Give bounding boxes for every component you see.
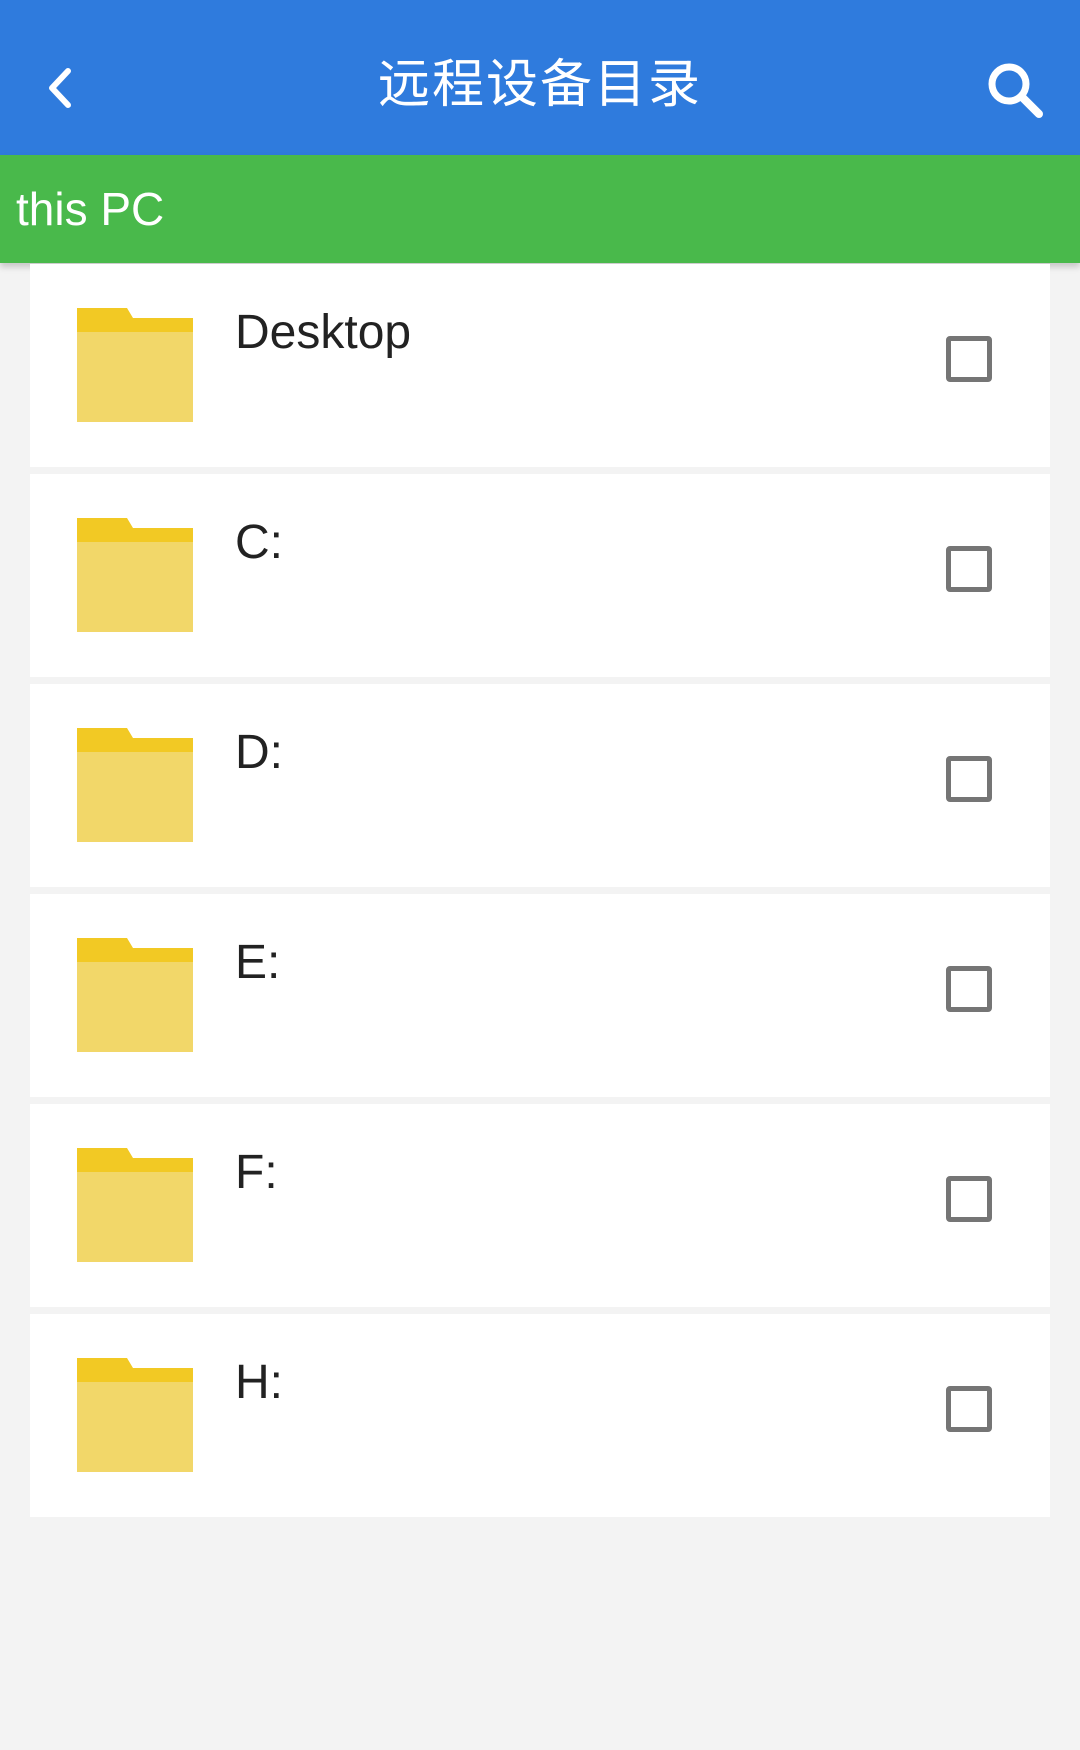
list-item-f-drive[interactable]: F: — [30, 1104, 1050, 1307]
folder-icon — [77, 1148, 193, 1262]
list-item-d-drive[interactable]: D: — [30, 684, 1050, 887]
item-label: E: — [235, 936, 281, 989]
item-checkbox[interactable] — [946, 546, 992, 592]
folder-list: Desktop C: D: E: F: H: — [30, 264, 1050, 1524]
app-bar: 远程设备目录 — [0, 0, 1080, 155]
item-checkbox[interactable] — [946, 336, 992, 382]
item-label: C: — [235, 516, 283, 569]
item-label: D: — [235, 726, 283, 779]
path-label: this PC — [16, 183, 165, 235]
search-button[interactable] — [970, 45, 1060, 135]
folder-icon — [77, 728, 193, 842]
item-checkbox[interactable] — [946, 756, 992, 802]
page-title: 远程设备目录 — [377, 55, 702, 115]
item-label: F: — [235, 1146, 278, 1199]
item-checkbox[interactable] — [946, 1386, 992, 1432]
item-checkbox[interactable] — [946, 966, 992, 1012]
list-item-c-drive[interactable]: C: — [30, 474, 1050, 677]
folder-icon — [77, 1358, 193, 1472]
list-item-desktop[interactable]: Desktop — [30, 264, 1050, 467]
path-bar: this PC — [0, 155, 1080, 263]
list-item-h-drive[interactable]: H: — [30, 1314, 1050, 1517]
item-label: H: — [235, 1356, 283, 1409]
folder-icon — [77, 518, 193, 632]
item-label: Desktop — [235, 306, 412, 359]
item-checkbox[interactable] — [946, 1176, 992, 1222]
list-item-e-drive[interactable]: E: — [30, 894, 1050, 1097]
folder-icon — [77, 938, 193, 1052]
search-icon — [988, 63, 1043, 118]
folder-icon — [77, 308, 193, 422]
